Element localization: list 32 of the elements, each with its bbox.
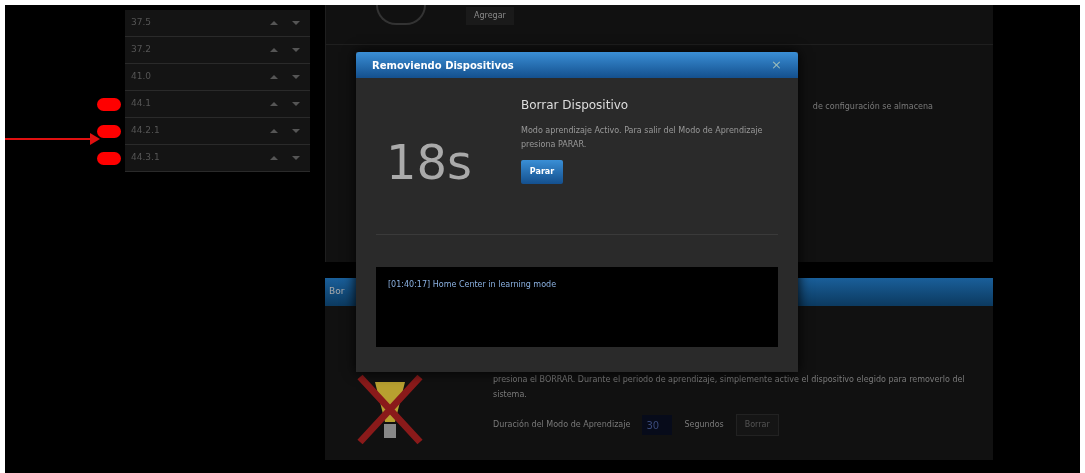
- down-arrow-icon[interactable]: [292, 75, 300, 79]
- close-button[interactable]: ×: [771, 55, 782, 75]
- instruction-text: presiona el BORRAR. Durante el periodo de aprendizaje, simplemente active el dispositivo elegido para removerlo del sistema.: [493, 374, 966, 401]
- up-arrow-icon[interactable]: [270, 48, 278, 52]
- device-row[interactable]: 37.2: [125, 37, 310, 64]
- dialog-title: Removiendo Dispositivos: [372, 58, 515, 73]
- down-arrow-icon[interactable]: [292, 102, 300, 106]
- device-row[interactable]: 37.5: [125, 10, 310, 37]
- down-arrow-icon[interactable]: [292, 21, 300, 25]
- device-row[interactable]: 44.3.1: [125, 145, 310, 172]
- countdown-text: 18s: [386, 133, 474, 192]
- up-arrow-icon[interactable]: [270, 102, 278, 106]
- up-arrow-icon[interactable]: [270, 21, 278, 25]
- device-icon: [376, 5, 426, 25]
- device-row[interactable]: 44.1: [125, 91, 310, 118]
- up-arrow-icon[interactable]: [270, 156, 278, 160]
- up-arrow-icon[interactable]: [270, 75, 278, 79]
- unit-label: Segundos: [684, 419, 724, 431]
- log-line: [01:40:17] Home Center in learning mode: [388, 279, 558, 291]
- duration-label: Duración del Modo de Aprendizaje: [493, 419, 631, 431]
- up-arrow-icon[interactable]: [270, 129, 278, 133]
- device-row[interactable]: 44.2.1: [125, 118, 310, 145]
- down-arrow-icon[interactable]: [292, 156, 300, 160]
- stop-button[interactable]: Parar: [521, 160, 563, 184]
- down-arrow-icon[interactable]: [292, 48, 300, 52]
- down-arrow-icon[interactable]: [292, 129, 300, 133]
- dialog-heading: Borrar Dispositivo: [521, 97, 630, 114]
- device-row[interactable]: 41.0: [125, 64, 310, 91]
- description-text: de configuración se almacena: [812, 101, 933, 113]
- add-button[interactable]: Agregar: [466, 7, 514, 25]
- duration-field[interactable]: 30: [642, 415, 673, 435]
- dialog-message: Modo aprendizaje Activo. Para salir del Modo de Aprendizaje presiona PARAR.: [521, 125, 764, 151]
